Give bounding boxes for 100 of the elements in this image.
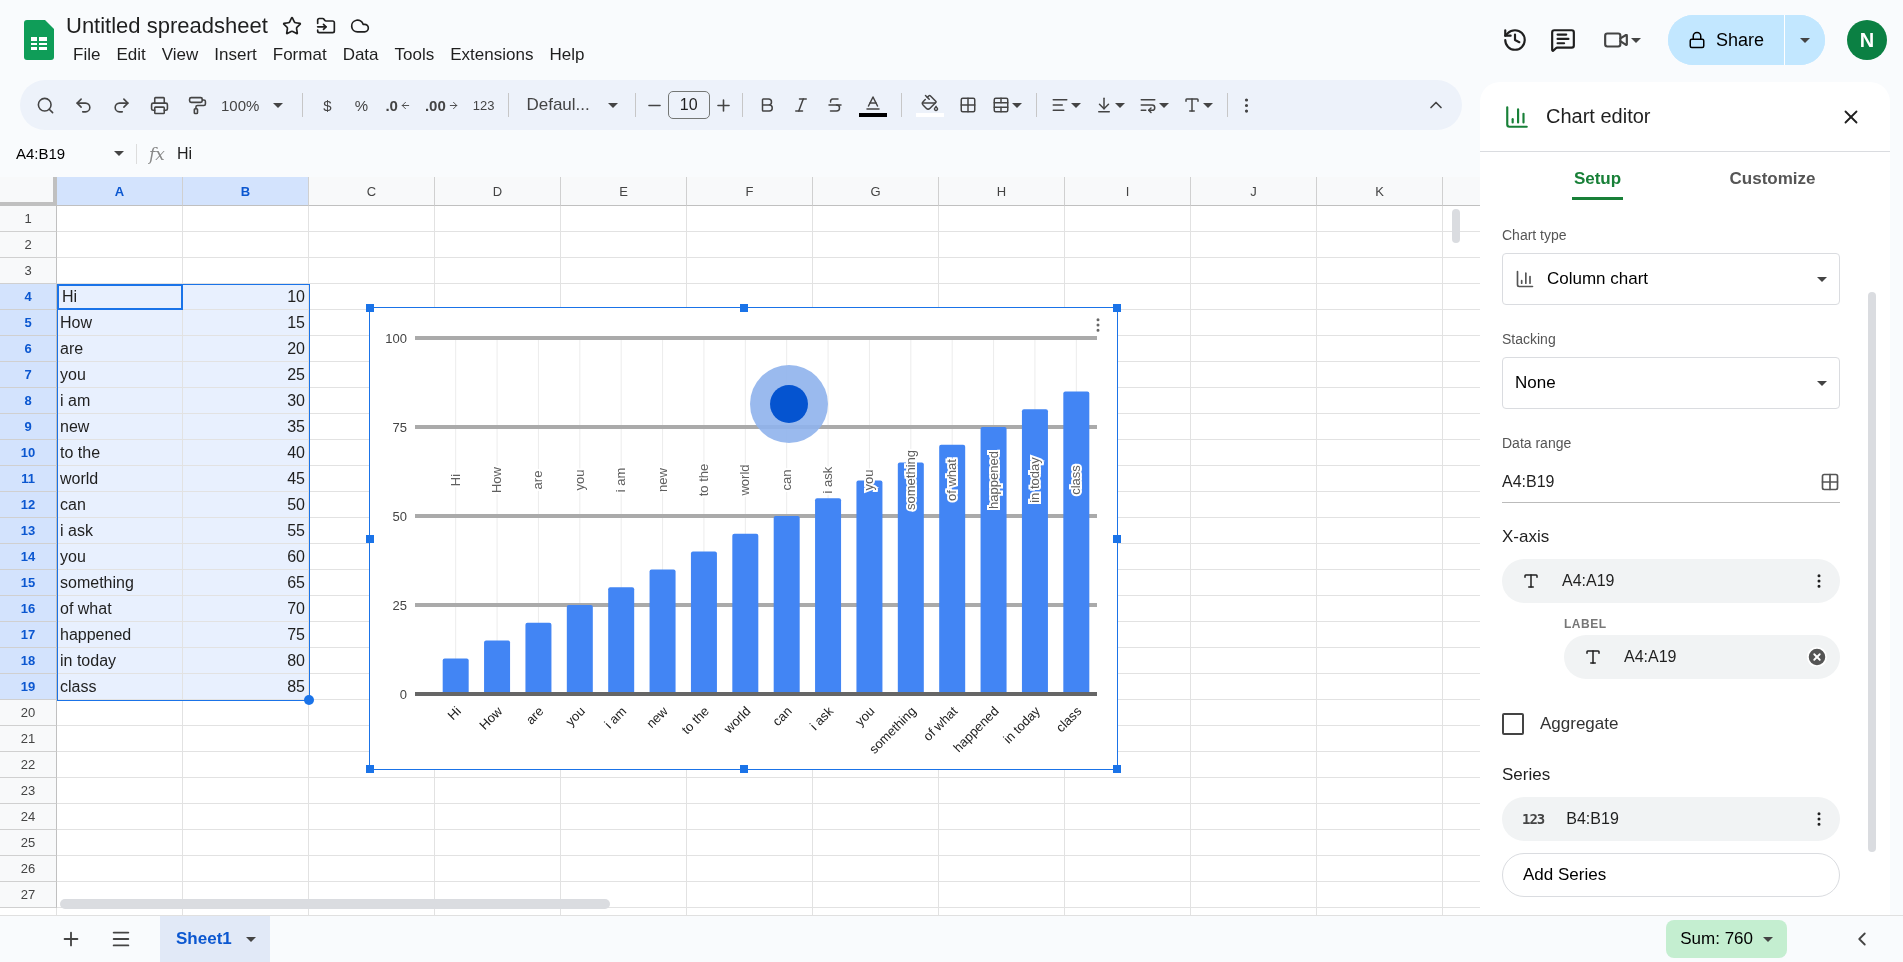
table-cell[interactable]: i am [57, 388, 183, 414]
menu-item[interactable]: Format [265, 43, 334, 67]
formula-value[interactable]: Hi [176, 144, 192, 163]
table-cell[interactable]: you [57, 544, 183, 570]
search-icon[interactable] [36, 95, 55, 115]
row-header[interactable]: 14 [0, 544, 57, 570]
table-cell[interactable]: 60 [183, 544, 309, 570]
user-avatar[interactable]: N [1847, 20, 1887, 60]
column-header[interactable]: G [813, 177, 939, 206]
menu-item[interactable]: Data [335, 43, 386, 67]
star-icon[interactable] [281, 16, 302, 36]
stacking-select[interactable]: None [1502, 357, 1840, 409]
share-button[interactable]: Share [1667, 15, 1785, 65]
table-cell[interactable]: 10 [183, 284, 309, 310]
grid-icon[interactable] [1820, 471, 1840, 492]
row-header[interactable]: 17 [0, 622, 57, 648]
row-header[interactable]: 25 [0, 830, 57, 856]
table-cell[interactable]: How [57, 310, 183, 336]
menu-item[interactable]: View [154, 43, 206, 67]
table-cell[interactable]: new [57, 414, 183, 440]
row-header[interactable]: 23 [0, 778, 57, 804]
row-header[interactable]: 26 [0, 856, 57, 882]
row-header[interactable]: 11 [0, 466, 57, 492]
row-header[interactable]: 27 [0, 882, 57, 908]
percent-button[interactable]: % [346, 88, 377, 122]
table-cell[interactable]: 85 [183, 674, 309, 700]
folder-icon[interactable] [315, 16, 336, 36]
table-cell[interactable]: in today [57, 648, 183, 674]
editor-tab[interactable]: Setup [1510, 152, 1685, 207]
table-cell[interactable]: Hi [57, 284, 183, 310]
column-header[interactable]: I [1065, 177, 1191, 206]
row-header[interactable]: 1 [0, 206, 57, 232]
row-header[interactable]: 20 [0, 700, 57, 726]
aggregate-checkbox[interactable] [1502, 713, 1524, 735]
table-cell[interactable]: of what [57, 596, 183, 622]
sheets-logo-icon[interactable] [24, 20, 54, 60]
row-header[interactable]: 8 [0, 388, 57, 414]
comment-icon[interactable] [1549, 27, 1576, 53]
undo-icon[interactable] [74, 95, 93, 115]
panel-scrollbar[interactable] [1868, 292, 1876, 852]
row-header[interactable]: 18 [0, 648, 57, 674]
column-header[interactable]: A [57, 177, 183, 206]
horizontal-scrollbar[interactable] [60, 899, 610, 909]
menu-item[interactable]: Insert [207, 43, 264, 67]
row-header[interactable]: 7 [0, 362, 57, 388]
table-cell[interactable]: 30 [183, 388, 309, 414]
resize-handle[interactable] [366, 534, 374, 543]
column-header[interactable]: D [435, 177, 561, 206]
x-axis-chip[interactable]: A4:A19 [1502, 559, 1840, 603]
row-header[interactable]: 4 [0, 284, 57, 310]
column-header[interactable]: J [1191, 177, 1317, 206]
table-cell[interactable]: 55 [183, 518, 309, 544]
redo-icon[interactable] [112, 95, 131, 115]
increase-decimal-button[interactable]: .00 [419, 88, 464, 122]
vertical-scrollbar[interactable] [1452, 209, 1460, 243]
column-header[interactable]: C [309, 177, 435, 206]
document-title[interactable]: Untitled spreadsheet [66, 13, 268, 39]
table-cell[interactable]: 15 [183, 310, 309, 336]
table-cell[interactable]: are [57, 336, 183, 362]
series-chip[interactable]: 123 B4:B19 [1502, 797, 1840, 841]
sheet-tab[interactable]: Sheet1 [160, 915, 270, 962]
zoom-select[interactable]: 100% [211, 88, 294, 122]
editor-tab[interactable]: Customize [1685, 152, 1860, 207]
table-cell[interactable]: 35 [183, 414, 309, 440]
menu-item[interactable]: Help [542, 43, 592, 67]
label-chip[interactable]: A4:A19 [1564, 635, 1840, 679]
resize-handle[interactable] [739, 304, 748, 312]
column-header[interactable]: H [939, 177, 1065, 206]
table-cell[interactable]: to the [57, 440, 183, 466]
row-header[interactable]: 12 [0, 492, 57, 518]
column-header[interactable]: K [1317, 177, 1443, 206]
table-cell[interactable]: 50 [183, 492, 309, 518]
row-header[interactable]: 13 [0, 518, 57, 544]
history-icon[interactable] [1501, 27, 1528, 53]
resize-handle[interactable] [1113, 765, 1121, 773]
table-cell[interactable]: something [57, 570, 183, 596]
table-cell[interactable]: 40 [183, 440, 309, 466]
table-cell[interactable]: i ask [57, 518, 183, 544]
printer-icon[interactable] [150, 95, 169, 115]
paint-roller-icon[interactable] [188, 95, 207, 115]
resize-handle[interactable] [739, 765, 748, 773]
table-cell[interactable]: 65 [183, 570, 309, 596]
resize-handle[interactable] [366, 765, 374, 773]
table-cell[interactable]: happened [57, 622, 183, 648]
row-header[interactable]: 19 [0, 674, 57, 700]
currency-button[interactable]: $ [312, 88, 343, 122]
data-range-field[interactable]: A4:B19 [1502, 461, 1840, 503]
menu-item[interactable]: Edit [109, 43, 153, 67]
row-header[interactable]: 10 [0, 440, 57, 466]
resize-handle[interactable] [366, 304, 374, 312]
row-header[interactable]: 3 [0, 258, 57, 284]
row-header[interactable]: 24 [0, 804, 57, 830]
table-cell[interactable]: 70 [183, 596, 309, 622]
cloud-icon[interactable] [349, 16, 370, 36]
remove-icon[interactable] [1806, 646, 1828, 668]
menu-item[interactable]: Tools [387, 43, 442, 67]
column-header[interactable]: E [561, 177, 687, 206]
table-cell[interactable]: 25 [183, 362, 309, 388]
row-header[interactable]: 6 [0, 336, 57, 362]
font-select[interactable]: Defaul... [518, 95, 626, 115]
